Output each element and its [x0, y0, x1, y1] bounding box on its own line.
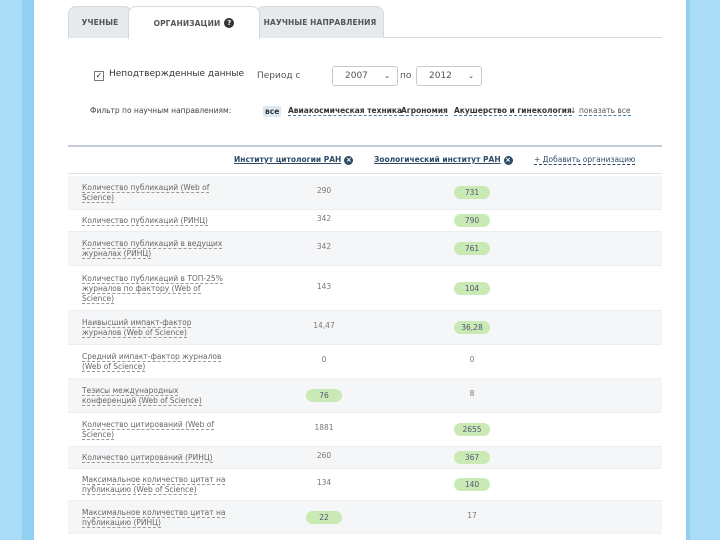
- metric-value-org-2: 790: [454, 214, 490, 227]
- metric-label: Количество публикаций (Web of Science): [82, 183, 230, 203]
- metric-label-text[interactable]: Средний импакт-фактор журналов (Web of S…: [82, 352, 222, 372]
- metric-label: Количество публикаций в ТОП-25% журналов…: [82, 273, 230, 304]
- filter-controls: ✓ Неподтвержденные данные Период с 2007 …: [94, 66, 654, 88]
- table-row: Максимальное количество цитат на публика…: [68, 469, 662, 501]
- metric-label: Количество цитирований (Web of Science): [82, 420, 230, 440]
- remove-org-icon[interactable]: ×: [503, 156, 513, 165]
- filter-all[interactable]: все: [263, 106, 282, 117]
- metric-label-text[interactable]: Количество публикаций (РИНЦ): [82, 216, 208, 226]
- org-name[interactable]: Зоологический институт РАН: [374, 155, 501, 164]
- table-row: Количество цитирований (РИНЦ) 260 367: [68, 447, 662, 469]
- metric-label: Количество публикаций в ведущих журналах…: [82, 239, 230, 259]
- metric-value-org-1: 1881: [314, 423, 334, 432]
- unconfirmed-data-checkbox[interactable]: ✓: [94, 71, 104, 81]
- metric-label: Максимальное количество цитат на публика…: [82, 507, 230, 528]
- unconfirmed-data-label[interactable]: Неподтвержденные данные: [109, 69, 244, 79]
- arrow-down-icon: ↓: [570, 106, 577, 115]
- metric-label-text[interactable]: Тезисы международных конференций (Web of…: [82, 386, 202, 406]
- metric-value-org-1: 14,47: [313, 321, 335, 330]
- remove-org-icon[interactable]: ×: [344, 156, 354, 165]
- table-row: Максимальное количество цитат на публика…: [68, 501, 662, 534]
- table-row: Количество публикаций в ТОП-25% журналов…: [68, 266, 662, 311]
- period-to-select[interactable]: 2012 ⌄: [416, 66, 482, 86]
- metric-value-org-1: 260: [316, 451, 332, 460]
- table-header: Институт цитологии РАН × Зоологический ин…: [68, 145, 662, 174]
- period-from-select[interactable]: 2007 ⌄: [332, 66, 398, 86]
- table-row: Количество публикаций (Web of Science) 29…: [68, 176, 662, 210]
- metric-value-org-2: 0: [469, 355, 475, 364]
- period-from-value: 2007: [345, 71, 368, 81]
- filter-item-obstetrics[interactable]: Акушерство и гинекология: [454, 106, 572, 116]
- metric-value-org-2: 731: [454, 186, 490, 199]
- metric-label: Средний импакт-фактор журналов (Web of S…: [82, 352, 230, 372]
- tab-label: НАУЧНЫЕ НАПРАВЛЕНИЯ: [263, 18, 377, 27]
- metric-label-text[interactable]: Максимальное количество цитат на публика…: [82, 507, 226, 528]
- metric-value-org-2: 2655: [454, 423, 490, 436]
- metric-value-org-2: 140: [454, 478, 490, 491]
- filter-item-aerospace[interactable]: Авиакосмическая техника: [288, 106, 403, 116]
- tab-organizations[interactable]: ОРГАНИЗАЦИИ ?: [128, 6, 260, 39]
- table-row: Количество цитирований (Web of Science) 1…: [68, 413, 662, 447]
- tab-scientists[interactable]: УЧЕНЫЕ: [68, 6, 132, 38]
- metric-value-org-1: 22: [306, 510, 342, 524]
- metric-label: Тезисы международных конференций (Web of…: [82, 386, 230, 406]
- metric-label-text[interactable]: Максимальное количество цитат на публика…: [82, 475, 226, 495]
- research-area-filter: Фильтр по научным направлениям: все Авиа…: [90, 106, 650, 120]
- metric-label-text[interactable]: Наивысший импакт-фактор журналов (Web of…: [82, 318, 192, 338]
- period-to-value: 2012: [429, 71, 452, 81]
- metric-label: Максимальное количество цитат на публика…: [82, 475, 230, 495]
- table-row: Тезисы международных конференций (Web of…: [68, 379, 662, 413]
- metric-value-org-1: 143: [316, 281, 332, 291]
- metric-value-org-2: 104: [454, 281, 490, 295]
- add-organization-link[interactable]: + Добавить организацию: [534, 155, 636, 165]
- metric-label-text[interactable]: Количество публикаций в ТОП-25% журналов…: [82, 273, 223, 304]
- table-row: Количество публикаций в ведущих журналах…: [68, 232, 662, 266]
- metric-value-org-1: 290: [316, 186, 332, 195]
- metric-value-org-2: 8: [469, 389, 475, 398]
- metric-label: Наивысший импакт-фактор журналов (Web of…: [82, 318, 230, 338]
- tab-label: ОРГАНИЗАЦИИ: [153, 18, 221, 28]
- right-background-stripe: [690, 0, 720, 540]
- table-row: Наивысший импакт-фактор журналов (Web of…: [68, 311, 662, 345]
- org-column-zoology[interactable]: Зоологический институт РАН ×: [374, 155, 513, 165]
- table-row: Средний импакт-фактор журналов (Web of S…: [68, 345, 662, 379]
- table-row: Количество публикаций (РИНЦ) 342 790: [68, 210, 662, 232]
- filter-item-agronomy[interactable]: Агрономия: [401, 106, 448, 116]
- metric-value-org-1: 134: [316, 478, 332, 487]
- metric-value-org-1: 342: [316, 214, 332, 223]
- chevron-down-icon: ⌄: [468, 72, 474, 80]
- org-column-cytology[interactable]: Институт цитологии РАН ×: [234, 155, 354, 165]
- metric-value-org-1: 0: [321, 355, 327, 364]
- tab-research-areas[interactable]: НАУЧНЫЕ НАПРАВЛЕНИЯ: [256, 6, 384, 38]
- page-panel: УЧЕНЫЕ ОРГАНИЗАЦИИ ? НАУЧНЫЕ НАПРАВЛЕНИЯ…: [34, 0, 686, 540]
- show-all-link[interactable]: показать все: [579, 106, 631, 116]
- metric-value-org-1: 76: [306, 389, 342, 402]
- metric-label-text[interactable]: Количество цитирований (РИНЦ): [82, 453, 213, 463]
- metric-value-org-2: 761: [454, 242, 490, 255]
- metric-label-text[interactable]: Количество цитирований (Web of Science): [82, 420, 215, 440]
- metric-label: Количество цитирований (РИНЦ): [82, 453, 230, 463]
- metric-value-org-1: 342: [316, 242, 332, 251]
- period-to-label: по: [400, 71, 412, 81]
- metric-label-text[interactable]: Количество публикаций (Web of Science): [82, 183, 210, 203]
- left-background-stripe: [0, 0, 22, 540]
- org-name[interactable]: Институт цитологии РАН: [234, 155, 341, 164]
- metric-label-text[interactable]: Количество публикаций в ведущих журналах…: [82, 239, 223, 259]
- metric-value-org-2: 367: [454, 451, 490, 464]
- period-from-label: Период с: [257, 71, 301, 81]
- tab-label: УЧЕНЫЕ: [81, 18, 119, 27]
- metric-value-org-2: 17: [467, 510, 477, 520]
- chevron-down-icon: ⌄: [384, 72, 390, 80]
- tab-bar: УЧЕНЫЕ ОРГАНИЗАЦИИ ? НАУЧНЫЕ НАПРАВЛЕНИЯ: [68, 6, 662, 39]
- filter-label: Фильтр по научным направлениям:: [90, 106, 232, 115]
- metric-label: Количество публикаций (РИНЦ): [82, 216, 230, 226]
- help-icon[interactable]: ?: [224, 18, 235, 28]
- metric-value-org-2: 36,28: [454, 321, 490, 334]
